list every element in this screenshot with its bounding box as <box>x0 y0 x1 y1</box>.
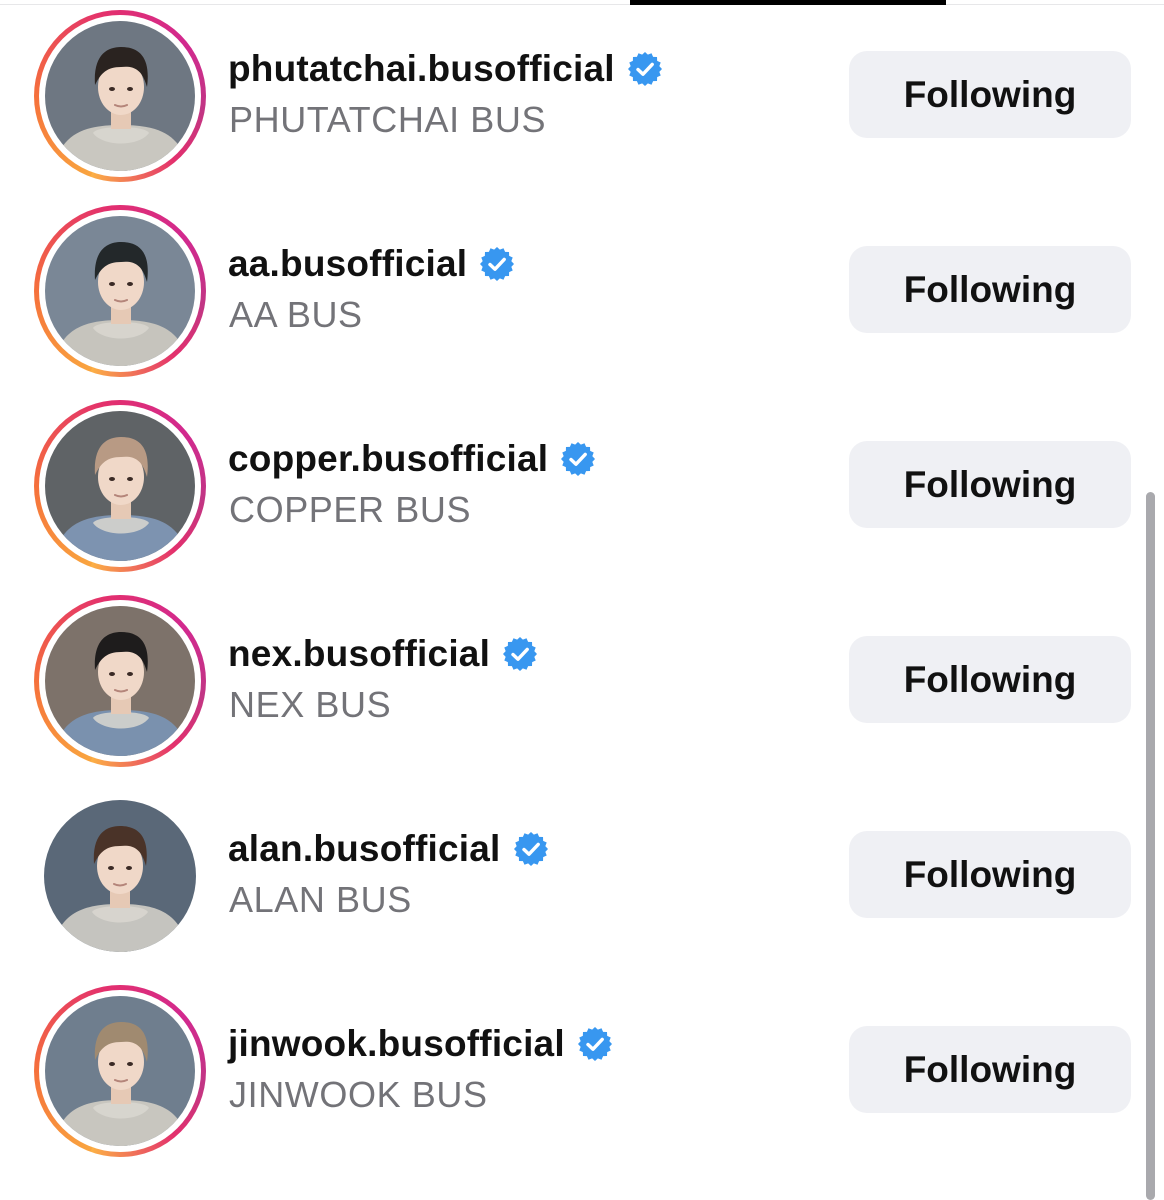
full-name: NEX BUS <box>229 684 392 725</box>
account-row[interactable]: nex.busofficial NEX BUS Following <box>0 585 1164 780</box>
profile-photo <box>45 21 195 171</box>
username[interactable]: jinwook.busofficial <box>228 1023 565 1065</box>
avatar-with-story-ring[interactable] <box>34 400 206 572</box>
verified-badge-icon <box>627 51 663 87</box>
username[interactable]: nex.busofficial <box>228 633 490 675</box>
verified-badge-icon <box>560 441 596 477</box>
following-list-screen: phutatchai.busofficial PHUTATCHAI BUS Fo… <box>0 0 1164 1200</box>
avatar-with-story-ring[interactable] <box>34 10 206 182</box>
account-row[interactable]: alan.busofficial ALAN BUS Following <box>0 780 1164 975</box>
verified-badge-icon <box>513 831 549 867</box>
profile-photo <box>45 996 195 1146</box>
full-name: COPPER BUS <box>229 489 472 530</box>
full-name: ALAN BUS <box>229 879 412 920</box>
avatar[interactable] <box>34 790 206 962</box>
profile-photo <box>45 606 195 756</box>
account-row[interactable]: aa.busofficial AA BUS Following <box>0 195 1164 390</box>
profile-photo <box>44 800 196 952</box>
verified-badge-icon <box>577 1026 613 1062</box>
account-row[interactable]: copper.busofficial COPPER BUS Following <box>0 390 1164 585</box>
avatar-with-story-ring[interactable] <box>34 985 206 1157</box>
avatar-with-story-ring[interactable] <box>34 595 206 767</box>
following-button[interactable]: Following <box>849 246 1131 333</box>
verified-badge-icon <box>502 636 538 672</box>
account-row[interactable]: phutatchai.busofficial PHUTATCHAI BUS Fo… <box>0 0 1164 195</box>
full-name: PHUTATCHAI BUS <box>229 99 547 140</box>
username[interactable]: copper.busofficial <box>228 438 548 480</box>
following-button[interactable]: Following <box>849 51 1131 138</box>
profile-photo <box>45 216 195 366</box>
verified-badge-icon <box>479 246 515 282</box>
scrollbar[interactable] <box>1146 492 1155 1200</box>
username[interactable]: aa.busofficial <box>228 243 467 285</box>
avatar-with-story-ring[interactable] <box>34 205 206 377</box>
username[interactable]: phutatchai.busofficial <box>228 48 615 90</box>
full-name: AA BUS <box>229 294 363 335</box>
following-button[interactable]: Following <box>849 1026 1131 1113</box>
following-button[interactable]: Following <box>849 831 1131 918</box>
account-row[interactable]: jinwook.busofficial JINWOOK BUS Followin… <box>0 975 1164 1170</box>
username[interactable]: alan.busofficial <box>228 828 501 870</box>
following-button[interactable]: Following <box>849 441 1131 528</box>
profile-photo <box>45 411 195 561</box>
full-name: JINWOOK BUS <box>229 1074 488 1115</box>
following-button[interactable]: Following <box>849 636 1131 723</box>
